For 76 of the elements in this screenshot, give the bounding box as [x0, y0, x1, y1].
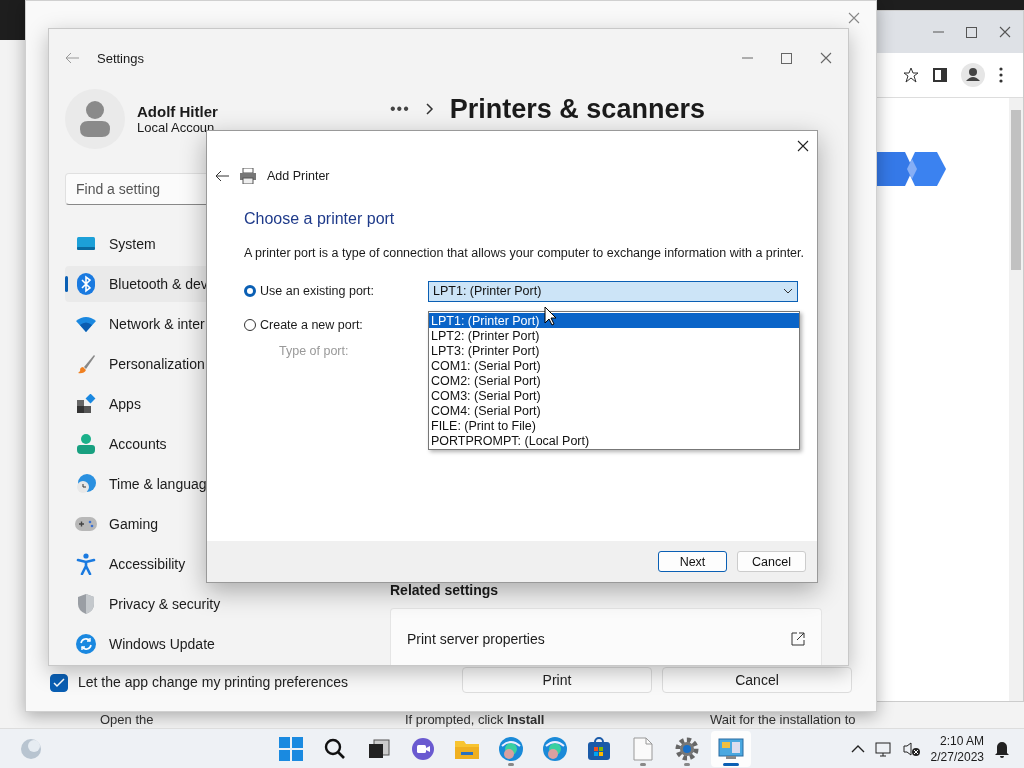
next-button[interactable]: Next: [658, 551, 727, 572]
maximize-icon[interactable]: [966, 26, 977, 38]
cancel-button[interactable]: Cancel: [662, 667, 852, 693]
dropdown-option[interactable]: COM1: (Serial Port): [429, 358, 799, 373]
printer-icon: [239, 168, 257, 184]
print-button[interactable]: Print: [462, 667, 652, 693]
person-icon: [75, 434, 97, 454]
globe-clock-icon: [75, 474, 97, 494]
external-link-icon: [791, 632, 805, 646]
clock-date[interactable]: 2/27/2023: [930, 748, 984, 765]
dropdown-option[interactable]: LPT3: (Printer Port): [429, 343, 799, 358]
close-icon[interactable]: [797, 140, 809, 152]
chat-camera-icon: [411, 737, 435, 761]
hexagon-logo-icon: [877, 152, 947, 186]
taskbar-button[interactable]: [711, 731, 751, 767]
task-view-icon: [368, 739, 390, 759]
instruction-text: Open the: [100, 712, 155, 728]
chevron-down-icon: [783, 288, 793, 294]
document-icon: [633, 737, 653, 761]
section-heading: Related settings: [390, 582, 500, 598]
radio-button[interactable]: [244, 285, 256, 297]
monitor-icon[interactable]: [874, 740, 893, 757]
scrollbar-thumb[interactable]: [1011, 110, 1021, 270]
checkmark-icon: [53, 678, 65, 688]
search-icon: [324, 738, 346, 760]
gamepad-icon: [75, 517, 97, 531]
instruction-text: Wait for the installation to: [710, 712, 856, 728]
port-dropdown[interactable]: LPT1: (Printer Port): [428, 280, 798, 302]
nav-item[interactable]: Windows Update: [65, 626, 335, 662]
browser-icon: [498, 736, 524, 762]
clock-time[interactable]: 2:10 AM: [939, 732, 984, 749]
cancel-button[interactable]: Cancel: [737, 551, 806, 572]
dropdown-option[interactable]: FILE: (Print to File): [429, 418, 799, 433]
apps-icon: [75, 394, 97, 414]
dropdown-option[interactable]: PORTPROMPT: (Local Port): [429, 433, 799, 448]
monitor-icon: [75, 236, 97, 252]
radio-label: Create a new port:: [260, 318, 363, 332]
refresh-icon: [75, 634, 97, 654]
browser-icon: [542, 736, 568, 762]
dropdown-option[interactable]: COM3: (Serial Port): [429, 388, 799, 403]
more-breadcrumb[interactable]: •••: [390, 100, 410, 118]
back-arrow-icon[interactable]: [215, 170, 229, 182]
bluetooth-icon: [75, 273, 97, 295]
star-icon[interactable]: [903, 67, 919, 83]
shield-icon: [75, 593, 97, 615]
checkbox[interactable]: [50, 674, 68, 692]
dropdown-option[interactable]: COM2: (Serial Port): [429, 373, 799, 388]
wifi-icon: [75, 316, 97, 332]
store-bag-icon: [587, 737, 611, 761]
nav-item[interactable]: Privacy & security: [65, 586, 335, 622]
control-panel-icon: [718, 738, 744, 760]
card-label: Print server properties: [407, 631, 545, 647]
side-panel-icon[interactable]: [933, 68, 947, 82]
page-title: Printers & scanners: [449, 93, 705, 125]
window-title: Settings: [97, 50, 144, 66]
menu-icon[interactable]: [999, 67, 1003, 83]
settings-card[interactable]: Print server properties: [390, 608, 822, 665]
bell-icon[interactable]: [994, 739, 1010, 758]
chevron-up-icon[interactable]: [850, 744, 865, 753]
checkbox-label: Let the app change my printing preferences: [78, 674, 349, 690]
maximize-icon[interactable]: [781, 52, 792, 64]
profile-icon[interactable]: [961, 63, 985, 87]
accessibility-icon: [75, 553, 97, 575]
dropdown-option[interactable]: COM4: (Serial Port): [429, 403, 799, 418]
dropdown-option[interactable]: LPT2: (Printer Port): [429, 328, 799, 343]
user-name: Adolf Hitler: [137, 103, 218, 120]
gear-icon: [675, 737, 699, 761]
account-type: Local Accoun: [137, 120, 216, 135]
windows-logo-icon: [279, 737, 303, 761]
dialog-heading: Choose a printer port: [244, 210, 396, 228]
instruction-text: If prompted, click Install: [405, 712, 546, 728]
field-label: Type of port:: [279, 344, 349, 358]
chevron-icon: [425, 103, 434, 115]
dropdown-option[interactable]: LPT1: (Printer Port): [429, 313, 799, 328]
folder-icon: [454, 738, 480, 760]
speaker-muted-icon[interactable]: [902, 740, 921, 757]
